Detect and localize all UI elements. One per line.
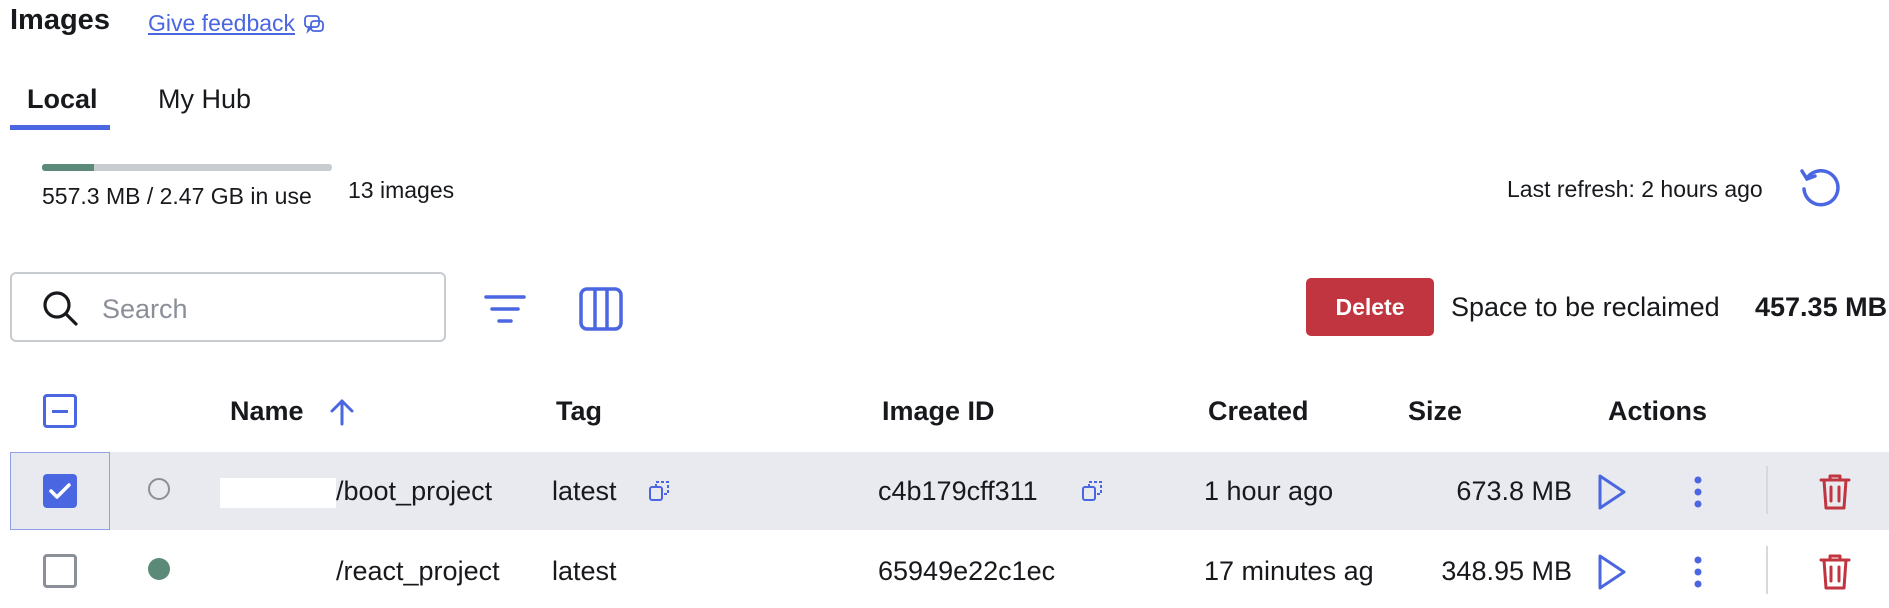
active-tab-indicator — [10, 125, 110, 130]
image-tag: latest — [552, 476, 617, 506]
disk-usage-fill — [42, 164, 95, 171]
feedback-icon — [304, 14, 324, 34]
image-name[interactable]: /boot_project — [336, 476, 492, 507]
delete-button[interactable]: Delete — [1306, 278, 1434, 336]
last-refresh-text: Last refresh: 2 hours ago — [1507, 176, 1763, 202]
refresh-icon[interactable] — [1798, 164, 1844, 210]
search-input[interactable] — [100, 286, 434, 332]
sort-ascending-icon[interactable] — [326, 396, 358, 428]
disk-usage-bar — [42, 164, 332, 171]
column-header-image-id[interactable]: Image ID — [882, 396, 995, 427]
copy-icon[interactable] — [647, 479, 671, 503]
filter-icon[interactable] — [480, 284, 530, 334]
status-unused-icon — [148, 478, 170, 500]
more-vertical-icon[interactable] — [1686, 552, 1710, 592]
indeterminate-mark — [52, 409, 68, 413]
actions-divider — [1766, 466, 1768, 514]
redacted-name — [220, 478, 336, 508]
column-header-created[interactable]: Created — [1208, 396, 1309, 427]
select-all-checkbox[interactable] — [43, 394, 77, 428]
search-field[interactable] — [10, 272, 446, 342]
image-created: 17 minutes ag — [1204, 556, 1374, 586]
image-size: 348.95 MB — [1441, 556, 1572, 586]
tab-my-hub[interactable]: My Hub — [158, 84, 251, 115]
more-vertical-icon[interactable] — [1686, 472, 1710, 512]
image-id: 65949e22c1ec — [878, 556, 1056, 586]
give-feedback-link[interactable]: Give feedback — [148, 10, 325, 37]
actions-divider — [1766, 546, 1768, 594]
play-icon[interactable] — [1594, 552, 1628, 592]
image-created: 1 hour ago — [1204, 476, 1334, 506]
image-count: 13 images — [348, 177, 455, 203]
space-to-reclaim-label: Space to be reclaimed — [1451, 292, 1720, 322]
image-tag: latest — [552, 556, 617, 586]
image-id: c4b179cff311 — [878, 476, 1038, 506]
column-header-size[interactable]: Size — [1408, 396, 1462, 427]
tab-local[interactable]: Local — [27, 84, 98, 115]
column-header-tag[interactable]: Tag — [556, 396, 602, 427]
copy-icon[interactable] — [1080, 479, 1104, 503]
play-icon[interactable] — [1594, 472, 1628, 512]
row-checkbox[interactable] — [43, 474, 77, 508]
columns-icon[interactable] — [576, 284, 626, 334]
column-header-name[interactable]: Name — [230, 396, 304, 427]
image-name[interactable]: /react_project — [336, 556, 500, 587]
image-size: 673.8 MB — [1456, 476, 1572, 506]
trash-icon[interactable] — [1818, 472, 1852, 512]
trash-icon[interactable] — [1818, 552, 1852, 592]
give-feedback-label: Give feedback — [148, 10, 296, 36]
row-checkbox[interactable] — [43, 554, 77, 588]
disk-usage-text: 557.3 MB / 2.47 GB in use — [42, 183, 312, 209]
page-title: Images — [10, 4, 110, 36]
column-header-actions: Actions — [1608, 396, 1708, 426]
checkmark-icon — [49, 483, 71, 499]
status-in-use-icon — [148, 558, 170, 580]
space-to-reclaim-value: 457.35 MB — [1755, 292, 1888, 322]
search-icon — [43, 291, 78, 326]
